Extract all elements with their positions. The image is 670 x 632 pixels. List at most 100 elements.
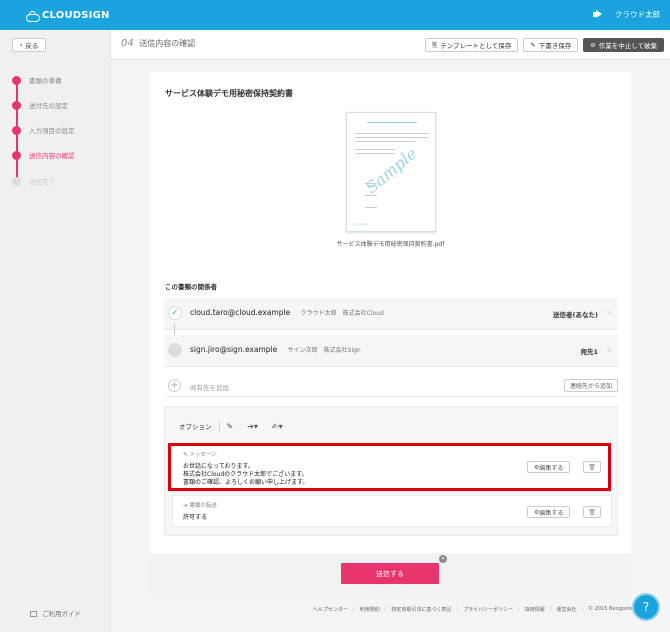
divider [218,421,220,431]
footer: ヘルプセンター | 利用規約 | 特定商取引法に基づく表記 | プライバシーポリシー |… [313,606,662,613]
megaphone-icon[interactable] [593,10,603,19]
page-title: 04 送信内容の確認 [121,38,195,49]
back-button-label: 戻る [25,42,39,50]
party-email: sign.jiro@sign.example [190,345,278,354]
thumb-line [367,122,417,123]
party-row: sign.jiro@sign.example サイン次郎 株式会社Sign 宛先… [164,335,618,367]
save-template-button[interactable]: ⎘ テンプレートとして保存 [424,38,519,52]
forward-arrow-icon[interactable]: ➔▾ [247,422,258,431]
delete-transfer-button[interactable]: 🗑 [583,506,601,518]
transfer-value: 許可する [183,514,208,521]
check-icon: ✓ [168,306,182,320]
pencil-icon[interactable]: ✎ [227,422,234,431]
footer-divider: | [353,606,355,612]
guide-link[interactable]: ご利用ガイド [0,608,111,618]
edit-party-icon[interactable]: ✎ [607,309,612,317]
edit-transfer-button[interactable]: ⚙ 編集する [527,506,571,518]
add-cc-row: + 共有先を追加 連絡先から追加 [164,375,618,397]
page-header: 04 送信内容の確認 ⎘ テンプレートとして保存 ✎ 下書き保存 ⊘ 作業を中止… [111,30,670,60]
cloud-icon [26,11,40,22]
user-area: クラウド太郎 [593,9,660,20]
draft-icon: ✎ [530,41,536,49]
page-title-text: 送信内容の確認 [139,39,196,48]
top-bar: CLOUDSIGN クラウド太郎 [0,0,670,30]
recipients-section-title: この書類の関係者 [165,283,217,291]
thumb-line [355,133,429,134]
party-email: cloud.taro@cloud.example [190,308,291,317]
footer-link[interactable]: ヘルプセンター [313,606,348,613]
footer-divider: | [581,606,584,612]
step-label: 書類の準備 [29,77,62,85]
party-email-line: cloud.taro@cloud.example クラウド太郎 株式会社Clou… [190,308,384,317]
document-title: サービス体験デモ用秘密保持契約書 [165,89,293,98]
save-draft-label: 下書き保存 [538,42,572,50]
step-dot [12,176,21,186]
save-template-label: テンプレートとして保存 [440,42,512,50]
document-thumbnail[interactable]: Sample cloudsign [346,112,436,232]
stamp-icon[interactable]: ✍▾ [272,422,283,431]
step-item-current: 送信内容の確認 [12,150,75,160]
discard-button[interactable]: ⊘ 作業を中止して破棄 [583,38,664,52]
party-name: クラウド太郎 株式会社Cloud [300,310,384,317]
save-draft-button[interactable]: ✎ 下書き保存 [523,38,579,52]
footer-divider: | [456,606,459,612]
thumb-line [355,153,395,154]
transfer-card: ➔ 書類の転送 許可する ⚙ 編集する 🗑 [172,495,612,527]
party-status-dot [168,343,182,357]
footer-divider: | [549,606,552,612]
user-name[interactable]: クラウド太郎 [615,9,660,20]
options-label: オプション [179,423,212,431]
transfer-header: ➔ 書類の転送 [183,501,217,509]
header-actions: ⎘ テンプレートとして保存 ✎ 下書き保存 ⊘ 作業を中止して破棄 [420,38,664,52]
step-item: 入力項目の設定 [12,125,75,135]
add-cc-link[interactable]: 共有先を追加 [190,382,229,392]
cancel-circle-icon: ⊘ [590,41,596,49]
step-dot [12,100,21,110]
party-role: 宛先1 [580,348,598,356]
add-from-contacts-button[interactable]: 連絡先から追加 [563,379,618,392]
step-item: 送付先の設定 [12,100,68,110]
close-icon[interactable]: ✕ [439,555,447,563]
send-area: ✕ 送信する [150,553,631,597]
trash-icon: 🗑 [588,508,596,516]
footer-link[interactable]: 利用規約 [360,606,380,613]
thumb-footer-logo: cloudsign [353,222,368,226]
thumb-line [355,149,395,150]
party-role: 送信者(あなた) [553,311,598,319]
step-label: 送信完了 [29,178,55,186]
sidebar: ‹ 戻る 書類の準備 送付先の設定 入力項目の設定 送信内容の確認 送信完了 ご… [0,30,111,632]
highlight-box [168,443,611,491]
discard-label: 作業を中止して破棄 [598,42,657,50]
thumb-line [355,137,429,138]
help-question-icon[interactable]: ? [632,593,660,621]
plus-icon[interactable]: + [168,379,181,392]
footer-divider: | [518,606,520,612]
guide-label: ご利用ガイド [42,610,82,618]
logo-text: CLOUDSIGN [42,10,110,21]
options-toolbar: オプション ✎ ➔▾ ✍▾ [179,421,297,431]
footer-divider: | [384,606,387,612]
send-button[interactable]: 送信する [341,563,439,584]
party-name: サイン次郎 株式会社Sign [287,347,361,354]
step-label: 入力項目の設定 [29,127,75,135]
step-label: 送付先の設定 [29,102,68,110]
back-button[interactable]: ‹ 戻る [12,38,46,52]
step-number: 04 [121,38,134,49]
step-dot [12,75,21,85]
edit-party-icon[interactable]: ✎ [607,346,612,354]
cloudsign-logo[interactable]: CLOUDSIGN [26,9,110,22]
footer-link[interactable]: プライバシーポリシー [463,606,513,613]
footer-link[interactable]: 特定商取引法に基づく表記 [391,606,451,613]
footer-link[interactable]: 採用情報 [525,606,545,613]
step-item: 送信完了 [12,176,55,186]
sample-watermark: Sample [361,143,421,198]
thumb-line [355,141,415,142]
footer-link[interactable]: 運営会社 [556,606,576,613]
step-dot [12,125,21,135]
step-label: 送信内容の確認 [29,152,75,160]
party-email-line: sign.jiro@sign.example サイン次郎 株式会社Sign [190,345,361,354]
transfer-header-label: 書類の転送 [189,503,217,509]
book-icon [29,611,37,617]
document-file-name: サービス体験デモ用秘密保持契約書.pdf [336,241,445,248]
template-icon: ⎘ [431,40,438,49]
